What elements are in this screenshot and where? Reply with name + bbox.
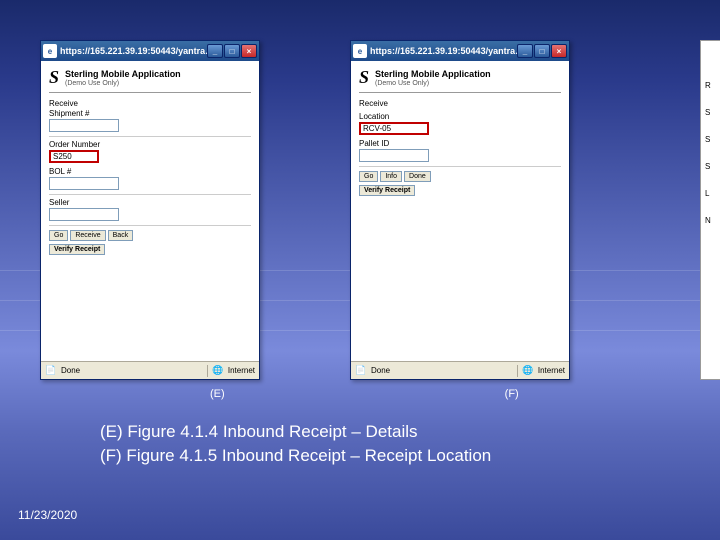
edge-letter: N bbox=[705, 216, 718, 225]
verify-receipt-button-f[interactable]: Verify Receipt bbox=[359, 185, 415, 196]
ie-window-f: e https://165.221.39.19:50443/yantra… _ … bbox=[350, 40, 570, 380]
app-title-e: Sterling Mobile Application bbox=[65, 69, 181, 79]
shipment-input[interactable] bbox=[49, 119, 119, 132]
order-label: Order Number bbox=[49, 140, 251, 149]
pallet-label: Pallet ID bbox=[359, 139, 561, 148]
titlebar-text-f: https://165.221.39.19:50443/yantra… bbox=[370, 46, 517, 56]
titlebar-text-e: https://165.221.39.19:50443/yantra… bbox=[60, 46, 207, 56]
location-label: Location bbox=[359, 112, 561, 121]
minimize-button[interactable]: _ bbox=[517, 44, 533, 58]
bol-input[interactable] bbox=[49, 177, 119, 190]
ie-icon: e bbox=[43, 44, 57, 58]
close-button[interactable]: × bbox=[241, 44, 257, 58]
partial-window-edge: R S S S L N bbox=[700, 40, 720, 380]
content-f: S Sterling Mobile Application (Demo Use … bbox=[351, 61, 569, 361]
done-button[interactable]: Done bbox=[404, 171, 431, 182]
status-text-f: Done bbox=[371, 366, 513, 375]
footer-date: 11/23/2020 bbox=[18, 508, 77, 522]
location-input[interactable] bbox=[359, 122, 429, 135]
edge-letter: S bbox=[705, 108, 718, 117]
app-subtitle-f: (Demo Use Only) bbox=[375, 80, 491, 87]
go-button[interactable]: Go bbox=[49, 230, 68, 241]
ie-icon: e bbox=[353, 44, 367, 58]
caption-line-1: (E) Figure 4.1.4 Inbound Receipt – Detai… bbox=[100, 420, 491, 444]
status-text-e: Done bbox=[61, 366, 203, 375]
statusbar-e: 📄 Done 🌐 Internet bbox=[41, 361, 259, 379]
app-title-f: Sterling Mobile Application bbox=[375, 69, 491, 79]
pallet-input[interactable] bbox=[359, 149, 429, 162]
caption-line-2: (F) Figure 4.1.5 Inbound Receipt – Recei… bbox=[100, 444, 491, 468]
done-icon: 📄 bbox=[45, 365, 57, 377]
verify-receipt-button[interactable]: Verify Receipt bbox=[49, 244, 105, 255]
edge-letter: L bbox=[705, 189, 718, 198]
caption-block: (E) Figure 4.1.4 Inbound Receipt – Detai… bbox=[100, 420, 491, 468]
go-button-f[interactable]: Go bbox=[359, 171, 378, 182]
edge-letter: S bbox=[705, 162, 718, 171]
order-input[interactable] bbox=[49, 150, 99, 163]
seller-input[interactable] bbox=[49, 208, 119, 221]
ie-window-e: e https://165.221.39.19:50443/yantra… _ … bbox=[40, 40, 260, 380]
statusbar-f: 📄 Done 🌐 Internet bbox=[351, 361, 569, 379]
receive-button[interactable]: Receive bbox=[70, 230, 105, 241]
internet-zone-icon: 🌐 bbox=[212, 365, 224, 377]
receive-label: Receive bbox=[49, 99, 251, 108]
sterling-logo-icon: S bbox=[49, 67, 59, 88]
seller-label: Seller bbox=[49, 198, 251, 207]
maximize-button[interactable]: □ bbox=[224, 44, 240, 58]
maximize-button[interactable]: □ bbox=[534, 44, 550, 58]
edge-letter: R bbox=[705, 81, 718, 90]
titlebar-f: e https://165.221.39.19:50443/yantra… _ … bbox=[351, 41, 569, 61]
bol-label: BOL # bbox=[49, 167, 251, 176]
minimize-button[interactable]: _ bbox=[207, 44, 223, 58]
titlebar-e: e https://165.221.39.19:50443/yantra… _ … bbox=[41, 41, 259, 61]
edge-letter: S bbox=[705, 135, 718, 144]
sterling-logo-icon: S bbox=[359, 67, 369, 88]
back-button[interactable]: Back bbox=[108, 230, 134, 241]
close-button[interactable]: × bbox=[551, 44, 567, 58]
figure-label-e: (E) bbox=[210, 388, 225, 400]
internet-zone-icon: 🌐 bbox=[522, 365, 534, 377]
receive-label-f: Receive bbox=[359, 99, 561, 108]
figure-label-f: (F) bbox=[505, 388, 519, 400]
app-subtitle-e: (Demo Use Only) bbox=[65, 80, 181, 87]
zone-text-f: Internet bbox=[538, 366, 565, 375]
zone-text-e: Internet bbox=[228, 366, 255, 375]
shipment-label: Shipment # bbox=[49, 109, 251, 118]
content-e: S Sterling Mobile Application (Demo Use … bbox=[41, 61, 259, 361]
done-icon: 📄 bbox=[355, 365, 367, 377]
info-button[interactable]: Info bbox=[380, 171, 402, 182]
